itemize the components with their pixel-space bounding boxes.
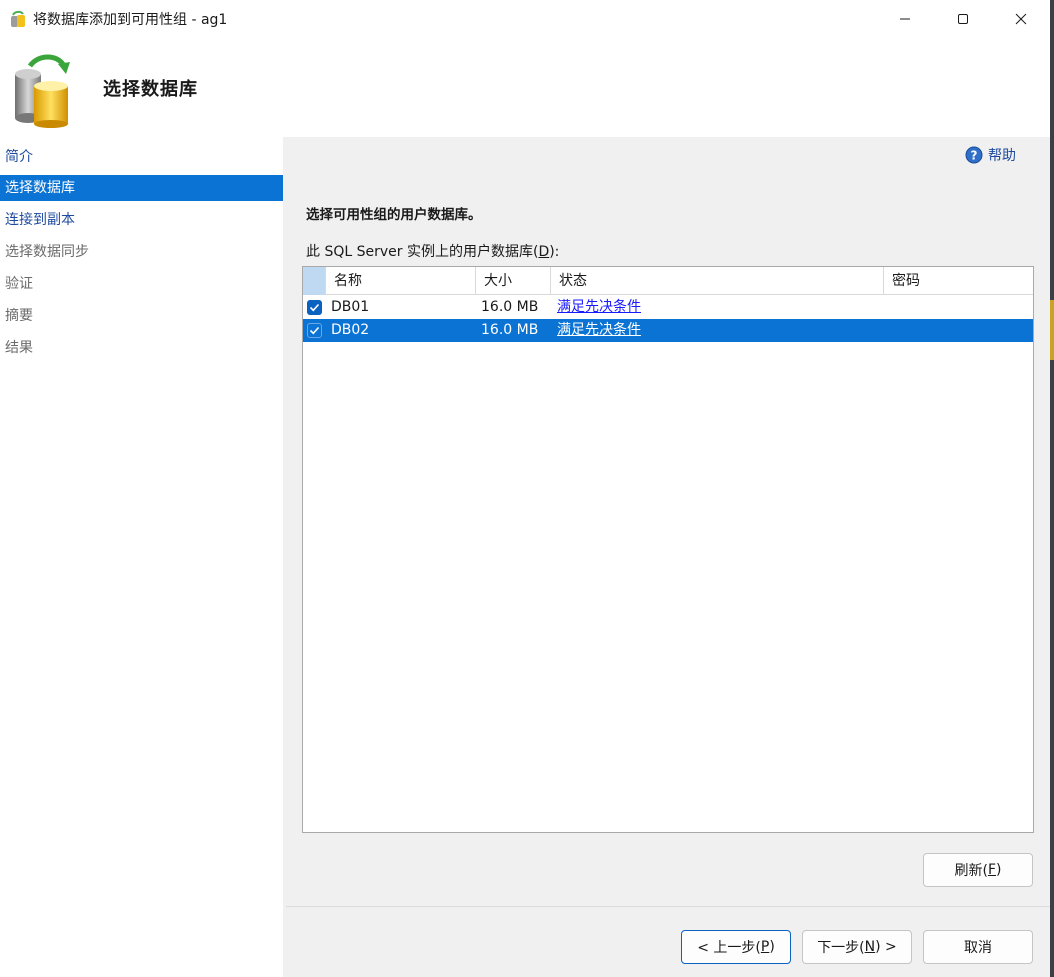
- footer-divider: [286, 906, 1050, 907]
- sidebar-item-data-sync: 选择数据同步: [5, 244, 89, 260]
- cancel-button[interactable]: 取消: [923, 930, 1033, 964]
- title-bar: 将数据库添加到可用性组 - ag1: [0, 0, 1050, 38]
- close-icon: [1015, 13, 1027, 25]
- next-button[interactable]: 下一步(N) >: [802, 930, 912, 964]
- sidebar-item-select-databases[interactable]: 选择数据库: [0, 175, 283, 201]
- table-row[interactable]: DB02 16.0 MB 满足先决条件: [303, 319, 1033, 342]
- row-checkbox[interactable]: [307, 323, 322, 338]
- row-name: DB02: [331, 322, 370, 338]
- minimize-button[interactable]: [876, 0, 934, 38]
- page-header: 选择数据库: [0, 38, 1050, 137]
- maximize-icon: [958, 14, 968, 24]
- help-icon: ?: [965, 146, 983, 164]
- svg-text:?: ?: [971, 149, 978, 163]
- wizard-sidebar: 简介 选择数据库 连接到副本 选择数据同步 验证 摘要 结果: [0, 137, 283, 977]
- next-suffix: ) >: [875, 939, 897, 955]
- list-label-suffix: ):: [549, 244, 560, 260]
- prev-accel: P: [760, 939, 770, 955]
- select-all-header[interactable]: [303, 267, 326, 295]
- sidebar-item-summary: 摘要: [5, 308, 33, 324]
- prev-prefix: < 上一步(: [697, 940, 761, 956]
- database-sync-icon: [15, 54, 70, 128]
- desktop-edge: [1050, 0, 1054, 977]
- sidebar-item-intro[interactable]: 简介: [0, 144, 283, 170]
- table-row[interactable]: DB01 16.0 MB 满足先决条件: [303, 296, 1033, 319]
- list-label-accel: D: [538, 244, 550, 260]
- row-checkbox[interactable]: [307, 300, 322, 315]
- refresh-prefix: 刷新(: [954, 863, 988, 879]
- row-size: 16.0 MB: [481, 299, 539, 315]
- sidebar-item-results: 结果: [5, 340, 33, 356]
- window-title: 将数据库添加到可用性组 - ag1: [33, 12, 228, 28]
- sidebar-item-connect-replicas[interactable]: 连接到副本: [0, 207, 283, 233]
- row-status-link[interactable]: 满足先决条件: [557, 296, 641, 319]
- database-list-label: 此 SQL Server 实例上的用户数据库(D):: [306, 241, 559, 261]
- row-size: 16.0 MB: [481, 322, 539, 338]
- grid-header: 名称 大小 状态 密码: [303, 267, 1033, 295]
- prev-suffix: ): [769, 939, 775, 955]
- close-button[interactable]: [992, 0, 1050, 38]
- refresh-button[interactable]: 刷新(F): [923, 853, 1033, 887]
- next-prefix: 下一步(: [817, 940, 865, 956]
- refresh-suffix: ): [996, 862, 1002, 878]
- column-header-name[interactable]: 名称: [326, 267, 476, 295]
- column-header-password[interactable]: 密码: [884, 267, 1033, 295]
- sidebar-item-validation: 验证: [5, 276, 33, 292]
- checkmark-icon: [309, 303, 320, 312]
- column-header-size[interactable]: 大小: [476, 267, 551, 295]
- page-title: 选择数据库: [103, 79, 198, 100]
- refresh-accel: F: [987, 862, 997, 878]
- help-label: 帮助: [988, 148, 1016, 164]
- instruction-text: 选择可用性组的用户数据库。: [306, 207, 482, 223]
- app-icon: [11, 10, 25, 27]
- previous-button[interactable]: < 上一步(P): [681, 930, 791, 964]
- checkmark-icon: [309, 326, 320, 335]
- row-status-link[interactable]: 满足先决条件: [557, 319, 641, 342]
- minimize-icon: [900, 18, 910, 20]
- maximize-button[interactable]: [934, 0, 992, 38]
- next-accel: N: [864, 939, 876, 955]
- list-label-prefix: 此 SQL Server 实例上的用户数据库(: [306, 244, 539, 260]
- database-grid[interactable]: 名称 大小 状态 密码 DB01 16.0 MB 满足先决条件 DB02 16.…: [302, 266, 1034, 833]
- column-header-status[interactable]: 状态: [551, 267, 884, 295]
- row-name: DB01: [331, 299, 370, 315]
- help-link[interactable]: ? 帮助: [965, 145, 1016, 165]
